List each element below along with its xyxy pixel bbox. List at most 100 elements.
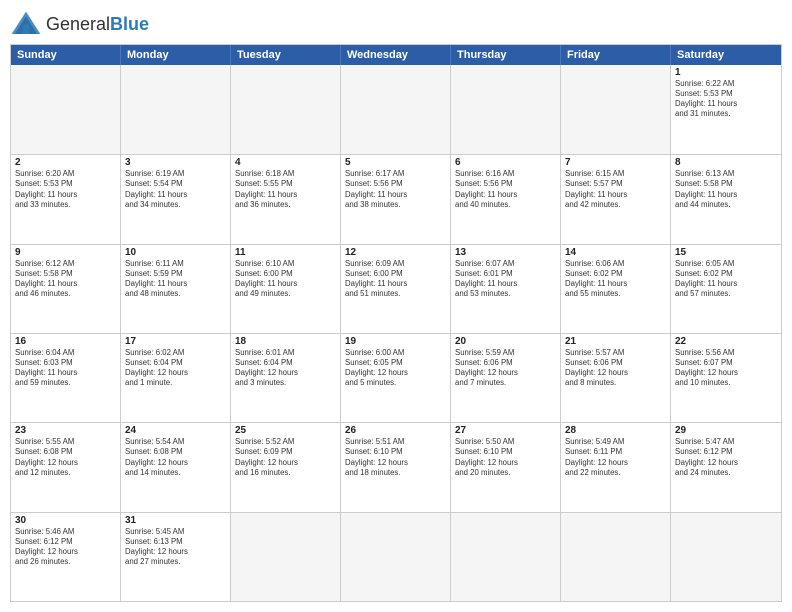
day-cell bbox=[561, 65, 671, 154]
day-number: 1 bbox=[675, 67, 777, 78]
day-info: Sunrise: 6:09 AM Sunset: 6:00 PM Dayligh… bbox=[345, 259, 446, 300]
day-number: 11 bbox=[235, 247, 336, 258]
day-number: 13 bbox=[455, 247, 556, 258]
week-row-4: 16Sunrise: 6:04 AM Sunset: 6:03 PM Dayli… bbox=[11, 333, 781, 422]
day-header-thursday: Thursday bbox=[451, 45, 561, 65]
calendar-body: 1Sunrise: 6:22 AM Sunset: 5:53 PM Daylig… bbox=[11, 65, 781, 601]
day-cell: 7Sunrise: 6:15 AM Sunset: 5:57 PM Daylig… bbox=[561, 155, 671, 243]
day-header-wednesday: Wednesday bbox=[341, 45, 451, 65]
day-header-sunday: Sunday bbox=[11, 45, 121, 65]
day-cell: 22Sunrise: 5:56 AM Sunset: 6:07 PM Dayli… bbox=[671, 334, 781, 422]
day-cell: 9Sunrise: 6:12 AM Sunset: 5:58 PM Daylig… bbox=[11, 245, 121, 333]
day-info: Sunrise: 6:17 AM Sunset: 5:56 PM Dayligh… bbox=[345, 169, 446, 210]
day-number: 9 bbox=[15, 247, 116, 258]
day-info: Sunrise: 5:55 AM Sunset: 6:08 PM Dayligh… bbox=[15, 437, 116, 478]
logo-text: GeneralBlue bbox=[46, 14, 149, 35]
calendar: SundayMondayTuesdayWednesdayThursdayFrid… bbox=[10, 44, 782, 602]
day-cell: 19Sunrise: 6:00 AM Sunset: 6:05 PM Dayli… bbox=[341, 334, 451, 422]
day-cell: 2Sunrise: 6:20 AM Sunset: 5:53 PM Daylig… bbox=[11, 155, 121, 243]
day-cell: 1Sunrise: 6:22 AM Sunset: 5:53 PM Daylig… bbox=[671, 65, 781, 154]
day-cell bbox=[341, 513, 451, 601]
day-number: 16 bbox=[15, 336, 116, 347]
logo-icon bbox=[10, 10, 42, 38]
day-cell bbox=[671, 513, 781, 601]
day-info: Sunrise: 5:57 AM Sunset: 6:06 PM Dayligh… bbox=[565, 348, 666, 389]
day-cell: 25Sunrise: 5:52 AM Sunset: 6:09 PM Dayli… bbox=[231, 423, 341, 511]
day-number: 31 bbox=[125, 515, 226, 526]
day-info: Sunrise: 5:59 AM Sunset: 6:06 PM Dayligh… bbox=[455, 348, 556, 389]
day-info: Sunrise: 5:47 AM Sunset: 6:12 PM Dayligh… bbox=[675, 437, 777, 478]
day-cell: 5Sunrise: 6:17 AM Sunset: 5:56 PM Daylig… bbox=[341, 155, 451, 243]
day-cell bbox=[561, 513, 671, 601]
day-cell: 8Sunrise: 6:13 AM Sunset: 5:58 PM Daylig… bbox=[671, 155, 781, 243]
day-info: Sunrise: 5:46 AM Sunset: 6:12 PM Dayligh… bbox=[15, 527, 116, 568]
day-cell bbox=[11, 65, 121, 154]
day-cell: 28Sunrise: 5:49 AM Sunset: 6:11 PM Dayli… bbox=[561, 423, 671, 511]
week-row-2: 2Sunrise: 6:20 AM Sunset: 5:53 PM Daylig… bbox=[11, 154, 781, 243]
week-row-5: 23Sunrise: 5:55 AM Sunset: 6:08 PM Dayli… bbox=[11, 422, 781, 511]
day-number: 23 bbox=[15, 425, 116, 436]
day-cell bbox=[121, 65, 231, 154]
day-number: 26 bbox=[345, 425, 446, 436]
day-info: Sunrise: 5:54 AM Sunset: 6:08 PM Dayligh… bbox=[125, 437, 226, 478]
page: GeneralBlue SundayMondayTuesdayWednesday… bbox=[0, 0, 792, 612]
day-info: Sunrise: 6:16 AM Sunset: 5:56 PM Dayligh… bbox=[455, 169, 556, 210]
week-row-6: 30Sunrise: 5:46 AM Sunset: 6:12 PM Dayli… bbox=[11, 512, 781, 601]
day-cell: 24Sunrise: 5:54 AM Sunset: 6:08 PM Dayli… bbox=[121, 423, 231, 511]
day-number: 10 bbox=[125, 247, 226, 258]
day-info: Sunrise: 6:05 AM Sunset: 6:02 PM Dayligh… bbox=[675, 259, 777, 300]
day-cell bbox=[231, 513, 341, 601]
header: GeneralBlue bbox=[10, 10, 782, 38]
day-info: Sunrise: 5:45 AM Sunset: 6:13 PM Dayligh… bbox=[125, 527, 226, 568]
day-cell: 31Sunrise: 5:45 AM Sunset: 6:13 PM Dayli… bbox=[121, 513, 231, 601]
day-cell: 29Sunrise: 5:47 AM Sunset: 6:12 PM Dayli… bbox=[671, 423, 781, 511]
day-number: 12 bbox=[345, 247, 446, 258]
day-info: Sunrise: 6:13 AM Sunset: 5:58 PM Dayligh… bbox=[675, 169, 777, 210]
day-cell: 11Sunrise: 6:10 AM Sunset: 6:00 PM Dayli… bbox=[231, 245, 341, 333]
day-info: Sunrise: 6:02 AM Sunset: 6:04 PM Dayligh… bbox=[125, 348, 226, 389]
day-info: Sunrise: 6:22 AM Sunset: 5:53 PM Dayligh… bbox=[675, 79, 777, 120]
day-info: Sunrise: 6:07 AM Sunset: 6:01 PM Dayligh… bbox=[455, 259, 556, 300]
day-number: 27 bbox=[455, 425, 556, 436]
day-cell: 14Sunrise: 6:06 AM Sunset: 6:02 PM Dayli… bbox=[561, 245, 671, 333]
day-number: 4 bbox=[235, 157, 336, 168]
day-cell: 17Sunrise: 6:02 AM Sunset: 6:04 PM Dayli… bbox=[121, 334, 231, 422]
day-number: 7 bbox=[565, 157, 666, 168]
day-cell bbox=[231, 65, 341, 154]
day-number: 22 bbox=[675, 336, 777, 347]
day-info: Sunrise: 5:56 AM Sunset: 6:07 PM Dayligh… bbox=[675, 348, 777, 389]
day-header-tuesday: Tuesday bbox=[231, 45, 341, 65]
day-number: 14 bbox=[565, 247, 666, 258]
day-number: 28 bbox=[565, 425, 666, 436]
day-number: 17 bbox=[125, 336, 226, 347]
day-header-saturday: Saturday bbox=[671, 45, 781, 65]
day-number: 2 bbox=[15, 157, 116, 168]
logo: GeneralBlue bbox=[10, 10, 149, 38]
day-cell: 20Sunrise: 5:59 AM Sunset: 6:06 PM Dayli… bbox=[451, 334, 561, 422]
day-number: 29 bbox=[675, 425, 777, 436]
day-info: Sunrise: 6:10 AM Sunset: 6:00 PM Dayligh… bbox=[235, 259, 336, 300]
day-cell: 13Sunrise: 6:07 AM Sunset: 6:01 PM Dayli… bbox=[451, 245, 561, 333]
day-cell bbox=[341, 65, 451, 154]
day-info: Sunrise: 6:18 AM Sunset: 5:55 PM Dayligh… bbox=[235, 169, 336, 210]
day-number: 25 bbox=[235, 425, 336, 436]
day-info: Sunrise: 6:11 AM Sunset: 5:59 PM Dayligh… bbox=[125, 259, 226, 300]
day-number: 8 bbox=[675, 157, 777, 168]
day-number: 18 bbox=[235, 336, 336, 347]
week-row-3: 9Sunrise: 6:12 AM Sunset: 5:58 PM Daylig… bbox=[11, 244, 781, 333]
week-row-1: 1Sunrise: 6:22 AM Sunset: 5:53 PM Daylig… bbox=[11, 65, 781, 154]
day-header-monday: Monday bbox=[121, 45, 231, 65]
day-number: 24 bbox=[125, 425, 226, 436]
day-headers-row: SundayMondayTuesdayWednesdayThursdayFrid… bbox=[11, 45, 781, 65]
day-info: Sunrise: 5:52 AM Sunset: 6:09 PM Dayligh… bbox=[235, 437, 336, 478]
day-cell: 27Sunrise: 5:50 AM Sunset: 6:10 PM Dayli… bbox=[451, 423, 561, 511]
day-cell: 3Sunrise: 6:19 AM Sunset: 5:54 PM Daylig… bbox=[121, 155, 231, 243]
day-info: Sunrise: 6:06 AM Sunset: 6:02 PM Dayligh… bbox=[565, 259, 666, 300]
day-number: 6 bbox=[455, 157, 556, 168]
day-cell: 4Sunrise: 6:18 AM Sunset: 5:55 PM Daylig… bbox=[231, 155, 341, 243]
day-info: Sunrise: 5:49 AM Sunset: 6:11 PM Dayligh… bbox=[565, 437, 666, 478]
day-cell: 30Sunrise: 5:46 AM Sunset: 6:12 PM Dayli… bbox=[11, 513, 121, 601]
day-info: Sunrise: 6:15 AM Sunset: 5:57 PM Dayligh… bbox=[565, 169, 666, 210]
day-number: 5 bbox=[345, 157, 446, 168]
day-info: Sunrise: 6:04 AM Sunset: 6:03 PM Dayligh… bbox=[15, 348, 116, 389]
